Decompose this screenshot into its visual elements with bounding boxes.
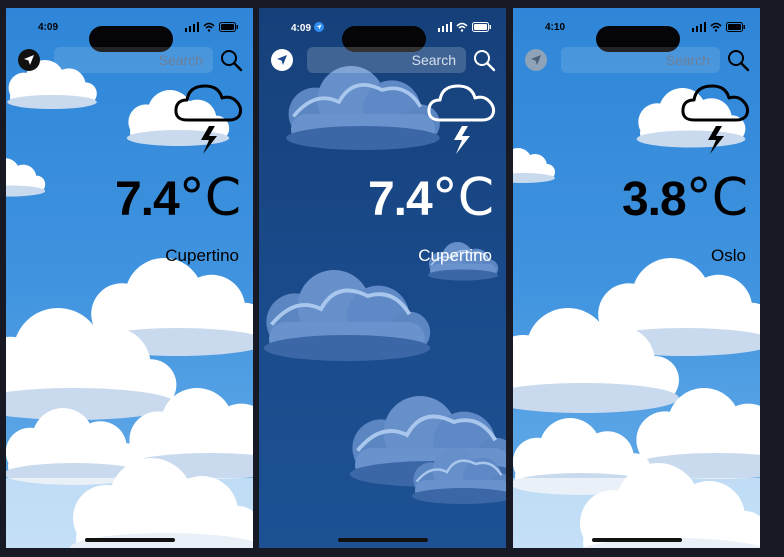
thunderstorm-icon	[681, 84, 750, 154]
system-indicators	[438, 22, 492, 32]
status-time: 4:09	[38, 22, 59, 33]
temperature-unit: °C	[431, 168, 494, 228]
temperature-unit: °C	[178, 168, 241, 228]
location-arrow-icon	[277, 55, 287, 65]
signal-icon	[185, 22, 199, 32]
search-input[interactable]	[561, 51, 712, 69]
phone-screen-3: 4:10 3.8 °C Oslo	[513, 8, 760, 548]
search-field	[561, 47, 720, 73]
temperature-value: 3.8	[621, 173, 687, 226]
wifi-icon	[456, 22, 468, 32]
search-bar	[18, 46, 243, 74]
search-input[interactable]	[307, 51, 458, 69]
system-indicators	[692, 22, 746, 32]
search-field	[54, 47, 213, 73]
system-indicators	[185, 22, 239, 32]
home-indicator	[84, 538, 175, 542]
location-button[interactable]	[271, 49, 293, 71]
search-input[interactable]	[54, 51, 205, 69]
temperature-value: 7.4	[114, 173, 180, 226]
temperature-display: 7.4 °C	[368, 168, 494, 228]
status-time-text: 4:09	[291, 23, 312, 34]
home-indicator	[337, 538, 428, 542]
wifi-icon	[710, 22, 722, 32]
phone-screen-2: 4:09 7.4 °C Cupertino	[259, 8, 506, 548]
temperature-display: 7.4 °C	[115, 168, 241, 228]
status-time: 4:09	[291, 22, 325, 34]
battery-icon	[726, 22, 745, 32]
home-indicator	[591, 538, 682, 542]
location-services-icon	[314, 22, 325, 32]
search-icon[interactable]	[472, 48, 496, 72]
signal-icon	[438, 22, 452, 32]
battery-icon	[472, 22, 491, 32]
wifi-icon	[203, 22, 215, 32]
temperature-display: 3.8 °C	[622, 168, 748, 228]
city-name: Cupertino	[418, 246, 492, 265]
thunderstorm-icon	[174, 84, 243, 154]
location-button[interactable]	[525, 49, 547, 71]
status-time: 4:10	[545, 22, 566, 33]
location-button[interactable]	[18, 49, 40, 71]
status-bar: 4:09	[6, 20, 253, 52]
status-bar: 4:09	[259, 20, 506, 52]
search-field	[307, 47, 466, 73]
city-name: Oslo	[711, 246, 746, 265]
thunderstorm-icon	[427, 84, 496, 154]
location-arrow-icon	[531, 55, 541, 65]
search-icon[interactable]	[726, 48, 750, 72]
temperature-value: 7.4	[367, 173, 433, 226]
search-bar	[271, 46, 496, 74]
battery-icon	[219, 22, 238, 32]
search-bar	[525, 46, 750, 74]
search-icon[interactable]	[219, 48, 243, 72]
phone-screen-1: 4:09 7.4 °C Cupertino	[6, 8, 253, 548]
location-arrow-icon	[24, 55, 34, 65]
temperature-unit: °C	[685, 168, 748, 228]
status-bar: 4:10	[513, 20, 760, 52]
signal-icon	[692, 22, 706, 32]
city-name: Cupertino	[165, 246, 239, 265]
